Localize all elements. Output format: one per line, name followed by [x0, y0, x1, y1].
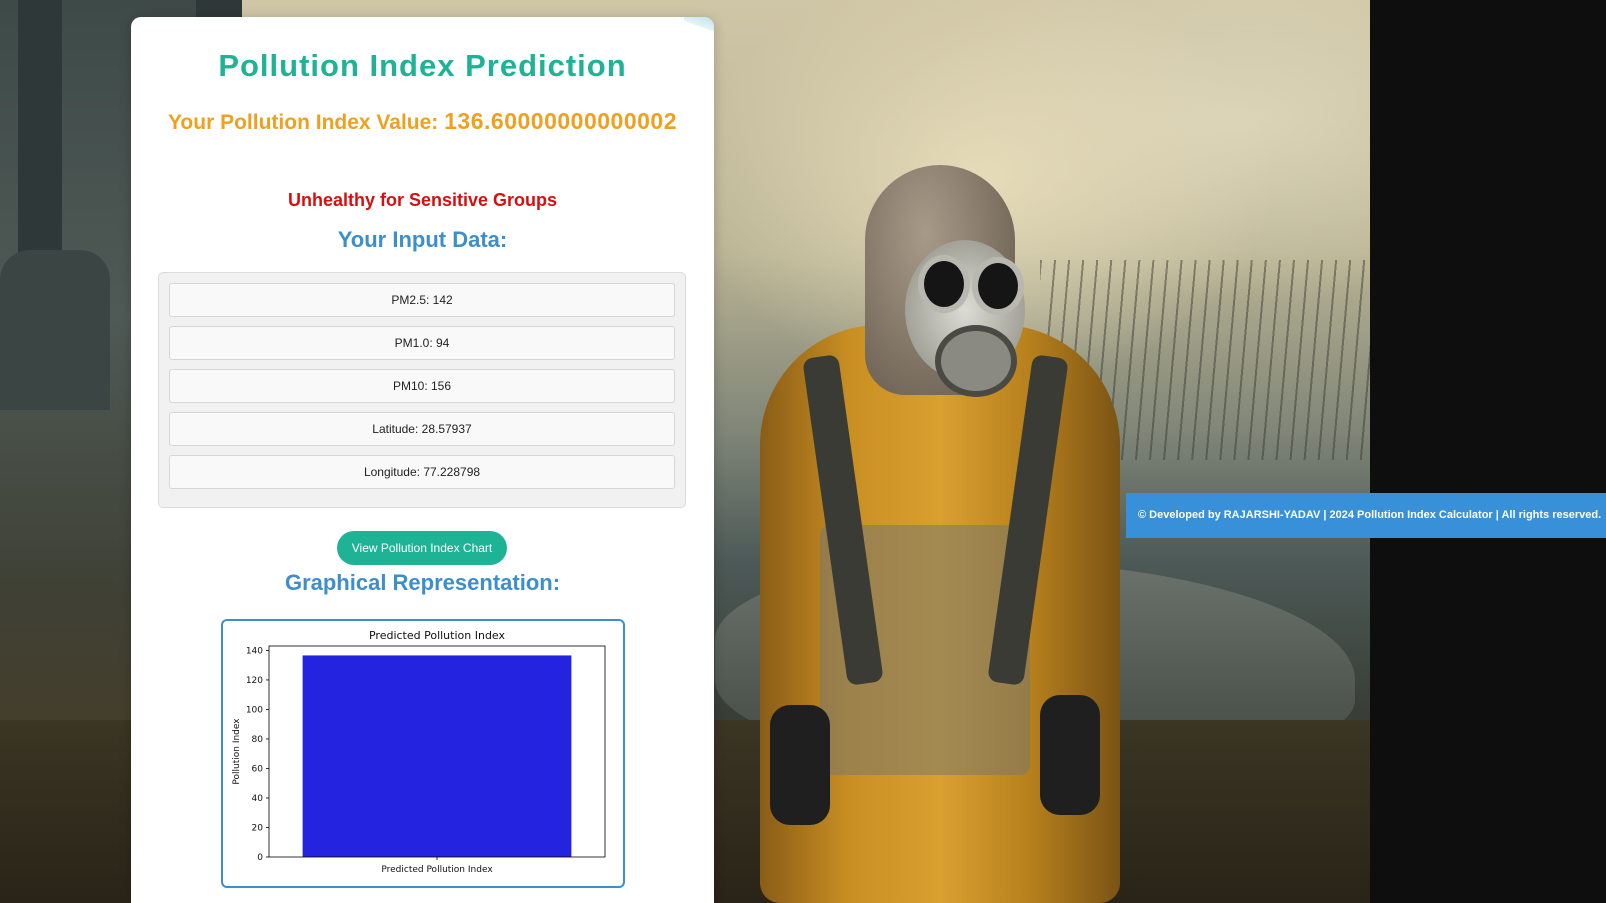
y-tick-label: 140: [246, 646, 263, 656]
x-axis-label: Predicted Pollution Index: [381, 865, 493, 875]
value-number: 136.60000000000002: [444, 108, 677, 134]
card-corner-decoration: [684, 17, 714, 35]
glove: [770, 705, 830, 825]
input-item-pm10-coarse: PM10: 156: [169, 369, 675, 403]
y-tick-label: 80: [252, 735, 264, 745]
y-tick-label: 100: [246, 705, 263, 715]
y-tick-label: 0: [257, 853, 263, 863]
glove: [1040, 695, 1100, 815]
y-tick-label: 20: [252, 823, 264, 833]
input-item-longitude: Longitude: 77.228798: [169, 455, 675, 489]
air-quality-category: Unhealthy for Sensitive Groups: [287, 190, 558, 210]
input-item-pm25: PM2.5: 142: [169, 283, 675, 317]
mask-eyepiece: [918, 255, 970, 313]
view-chart-button[interactable]: View Pollution Index Chart: [337, 531, 507, 565]
page-title: Pollution Index Prediction: [218, 48, 627, 83]
mask-filter: [935, 325, 1017, 397]
chart-container: Predicted Pollution Index 0 20 40 60 80 100 120…: [221, 619, 625, 888]
y-tick-label: 40: [252, 794, 264, 804]
chart-title: Predicted Pollution Index: [369, 629, 506, 642]
hazmat-person: [740, 165, 1140, 903]
storage-tank: [0, 250, 110, 410]
input-data-heading: Your Input Data:: [337, 227, 508, 252]
chart-bar: [302, 655, 572, 857]
mask-eyepiece: [972, 257, 1024, 315]
value-label: Your Pollution Index Value:: [167, 111, 439, 134]
input-data-list: PM2.5: 142 PM1.0: 94 PM10: 156 Latitude:…: [158, 272, 686, 508]
result-card: Pollution Index Prediction Your Pollutio…: [131, 17, 714, 903]
y-tick-label: 120: [246, 676, 263, 686]
footer-banner: © Developed by RAJARSHI-YADAV | 2024 Pol…: [1126, 493, 1606, 538]
input-item-latitude: Latitude: 28.57937: [169, 412, 675, 446]
bar-chart: Predicted Pollution Index 0 20 40 60 80 100 120…: [232, 629, 606, 875]
pollution-index-value: Your Pollution Index Value: 136.60000000…: [131, 108, 714, 135]
input-item-pm10: PM1.0: 94: [169, 326, 675, 360]
y-tick-label: 60: [252, 764, 264, 774]
graph-heading: Graphical Representation:: [284, 570, 561, 595]
y-axis-label: Pollution Index: [232, 718, 242, 785]
